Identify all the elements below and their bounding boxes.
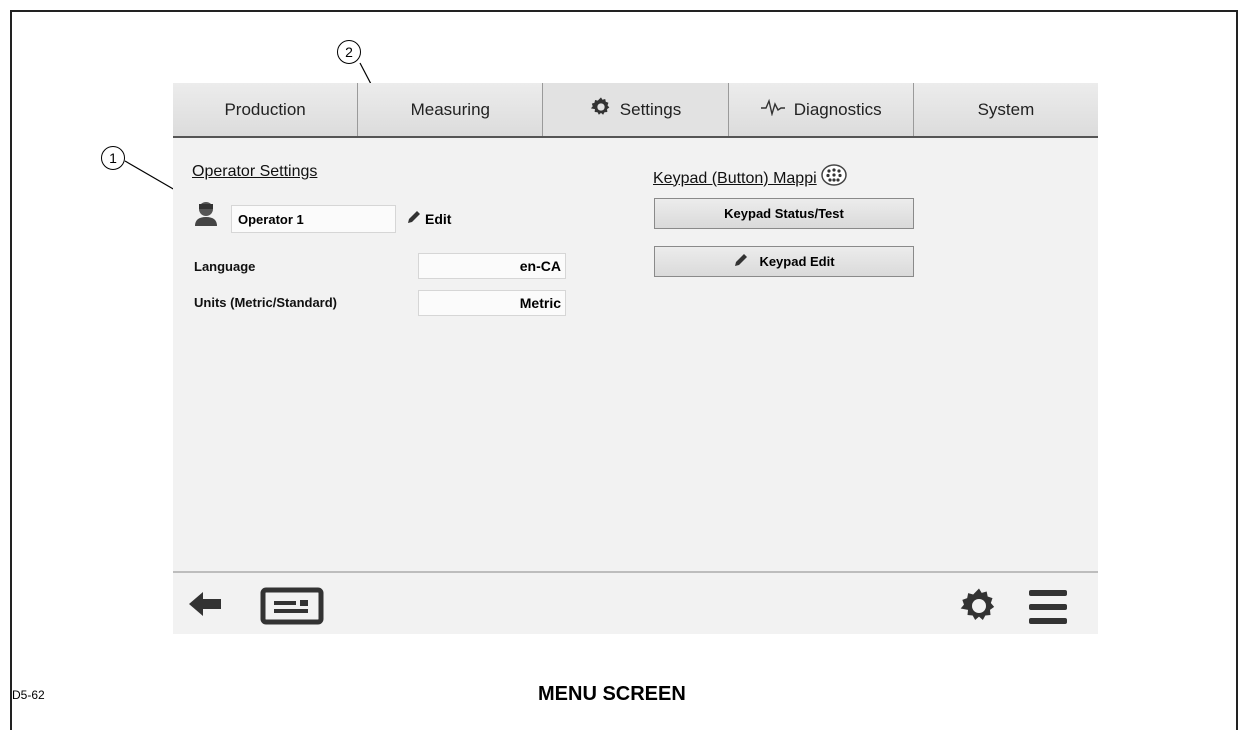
tab-measuring-label: Measuring [410, 99, 490, 119]
operator-name-field[interactable]: Operator 1 [231, 205, 396, 233]
tab-settings-label: Settings [619, 99, 682, 119]
pencil-icon [406, 209, 422, 228]
bottom-bar-divider [173, 571, 1098, 573]
tab-diagnostics-label: Diagnostics [793, 99, 882, 119]
language-label: Language [194, 259, 256, 274]
message-card-icon[interactable] [260, 587, 324, 630]
tab-settings[interactable]: Settings [543, 83, 729, 136]
tab-system-label: System [977, 99, 1035, 119]
figure-caption: MENU SCREEN [538, 683, 686, 705]
tab-measuring[interactable]: Measuring [358, 83, 544, 136]
operator-edit-button[interactable]: Edit [406, 209, 451, 228]
tab-system[interactable]: System [913, 83, 1099, 136]
callout-2: 2 [337, 40, 361, 64]
keypad-status-test-label: Keypad Status/Test [724, 206, 844, 221]
tab-production[interactable]: Production [173, 83, 359, 136]
operator-settings-title: Operator Settings [192, 163, 318, 180]
keypad-mapping-title-text: Keypad (Button) Mappi [653, 169, 817, 187]
keypad-status-test-button[interactable]: Keypad Status/Test [654, 198, 914, 229]
operator-avatar-icon [193, 199, 219, 232]
tab-production-label: Production [224, 99, 306, 119]
callout-1: 1 [101, 146, 125, 170]
operator-edit-label: Edit [425, 210, 452, 227]
tab-bar: Production Measuring Settings Diagnostic… [173, 83, 1099, 138]
units-field[interactable]: Metric [418, 290, 566, 316]
hamburger-menu-icon[interactable] [1027, 588, 1069, 631]
back-arrow-icon[interactable] [187, 589, 223, 624]
units-label: Units (Metric/Standard) [194, 295, 338, 310]
tab-diagnostics[interactable]: Diagnostics [728, 83, 914, 136]
waveform-icon [760, 98, 786, 121]
pencil-icon [733, 252, 749, 271]
operator-name-value: Operator 1 [238, 211, 304, 227]
settings-gear-icon[interactable] [959, 586, 999, 631]
keypad-icon [820, 163, 848, 194]
keypad-mapping-title: Keypad (Button) Mappi [653, 163, 848, 194]
gear-icon [590, 96, 612, 123]
language-field[interactable]: en-CA [418, 253, 566, 279]
figure-id: D5-62 [12, 688, 45, 702]
language-value: en-CA [519, 258, 561, 274]
units-value: Metric [519, 295, 561, 311]
menu-screen: Production Measuring Settings Diagnostic… [173, 83, 1099, 634]
keypad-edit-label: Keypad Edit [759, 254, 835, 269]
keypad-edit-button[interactable]: Keypad Edit [654, 246, 914, 277]
